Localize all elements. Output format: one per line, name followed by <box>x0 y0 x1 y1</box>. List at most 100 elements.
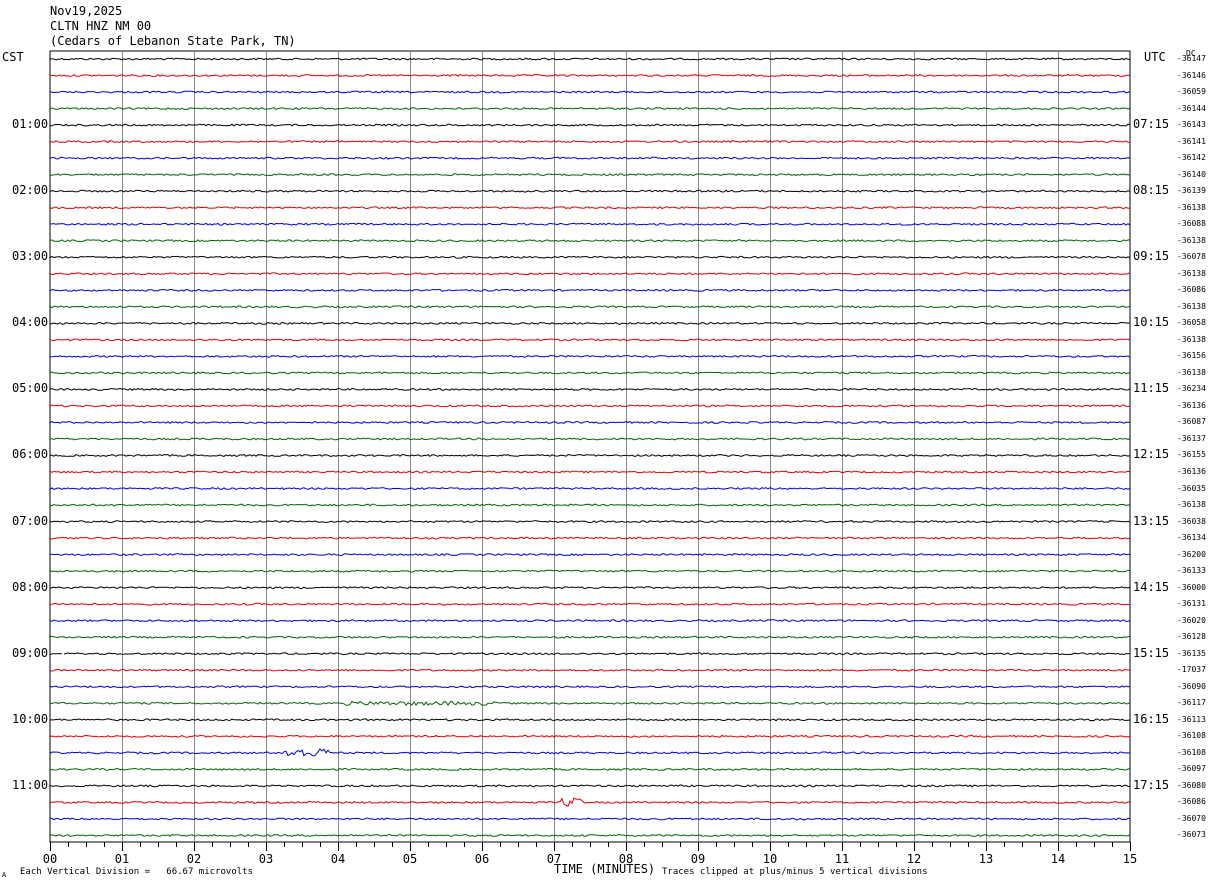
dc-offset-label: -36117 <box>1177 698 1206 708</box>
dc-offset-label: -36134 <box>1177 533 1206 543</box>
dc-offset-label: -36138 <box>1177 268 1206 278</box>
trace-line <box>49 305 1131 309</box>
left-time-label: 06:00 <box>12 447 49 462</box>
left-time-label: 05:00 <box>12 381 49 396</box>
dc-offset-label: -36138 <box>1177 500 1206 510</box>
right-time-label: 10:15 <box>1133 315 1170 330</box>
x-tick-label: 13 <box>979 852 993 866</box>
corner-mark: A <box>2 871 7 879</box>
trace-line <box>49 404 1131 408</box>
dc-offset-label: -36035 <box>1177 483 1206 493</box>
trace-line <box>49 107 1131 111</box>
dc-offset-label: -36234 <box>1177 384 1206 394</box>
trace-line <box>49 833 1131 837</box>
trace-line <box>49 536 1131 540</box>
dc-offset-label: -36133 <box>1177 566 1206 576</box>
dc-offset-label: -36108 <box>1177 731 1206 741</box>
dc-offset-label: -36200 <box>1177 549 1206 559</box>
trace-line <box>49 354 1131 358</box>
trace-line <box>49 635 1131 639</box>
trace-line <box>49 90 1131 94</box>
x-tick-label: 10 <box>763 852 777 866</box>
x-tick-label: 05 <box>403 852 417 866</box>
left-time-label: 03:00 <box>12 249 49 264</box>
dc-offset-label: -36097 <box>1177 764 1206 774</box>
x-tick-label: 03 <box>259 852 273 866</box>
trace-line <box>49 173 1131 177</box>
dc-offset-label: -36059 <box>1177 87 1206 97</box>
trace-line <box>49 586 1131 590</box>
dc-offset-label: -36143 <box>1177 120 1206 130</box>
trace-line <box>49 685 1131 689</box>
dc-offset-label: -36155 <box>1177 450 1206 460</box>
trace-line <box>49 619 1131 623</box>
seismogram-plot: 00 01 02 03 04 05 06 07 08 09 10 11 12 13 14 15 <box>43 50 1137 866</box>
trace-line <box>49 239 1131 243</box>
trace-line <box>49 189 1131 193</box>
left-time-label: 08:00 <box>12 579 49 594</box>
dc-offset-label: -36142 <box>1177 153 1206 163</box>
trace-line <box>49 486 1131 491</box>
trace-line <box>49 553 1131 557</box>
dc-offset-label: -36136 <box>1177 400 1206 410</box>
dc-offset-label: -36000 <box>1177 582 1206 592</box>
trace-line <box>49 503 1131 507</box>
x-tick-label: 12 <box>907 852 921 866</box>
right-time-label: 15:15 <box>1133 645 1170 660</box>
trace-line <box>49 123 1131 127</box>
dc-offset-label: -36108 <box>1177 747 1206 757</box>
right-time-label: 12:15 <box>1133 447 1170 462</box>
trace-line <box>50 767 1131 771</box>
x-tick-label: 09 <box>691 852 705 866</box>
left-time-label: 10:00 <box>12 711 49 726</box>
trace-line <box>49 140 1131 144</box>
x-tick-label: 06 <box>475 852 489 866</box>
trace-line <box>49 748 1131 757</box>
trace-line <box>49 817 1131 821</box>
trace-line <box>49 321 1131 325</box>
dc-offset-label: -36086 <box>1177 797 1206 807</box>
trace-line <box>49 797 1131 807</box>
left-time-label: 07:00 <box>12 513 49 528</box>
right-time-label: 13:15 <box>1133 513 1170 528</box>
dc-offset-label: -36141 <box>1177 136 1206 146</box>
right-time-label: 16:15 <box>1133 711 1170 726</box>
right-time-label: 11:15 <box>1133 381 1170 396</box>
dc-offset-label: -36020 <box>1177 615 1206 625</box>
dc-offset-label: -36135 <box>1177 648 1206 658</box>
trace-line <box>49 288 1130 292</box>
trace-line <box>49 784 1131 788</box>
x-axis-title: TIME (MINUTES) <box>554 862 656 876</box>
trace-line <box>49 652 1131 656</box>
trace-line <box>49 602 1131 606</box>
dc-offset-label: -36146 <box>1177 70 1206 80</box>
trace-line <box>49 470 1131 474</box>
trace-line <box>49 668 1130 672</box>
trace-line <box>50 718 1131 722</box>
dc-offset-label: -36138 <box>1177 235 1206 245</box>
dc-offset-label: -36128 <box>1177 632 1206 642</box>
trace-line <box>49 206 1131 210</box>
dc-offset-label: -36131 <box>1177 599 1206 609</box>
dc-offset-label: -36140 <box>1177 169 1206 179</box>
x-tick-label: 14 <box>1051 852 1065 866</box>
dc-offset-label: -36078 <box>1177 252 1206 262</box>
right-time-label: 08:15 <box>1133 183 1170 198</box>
dc-offset-label: -36138 <box>1177 301 1206 311</box>
dc-offset-label: -36073 <box>1177 830 1206 840</box>
dc-offset-label: -36147 <box>1177 54 1206 63</box>
left-time-label: 01:00 <box>12 117 49 132</box>
x-tick-label: 04 <box>331 852 345 866</box>
dc-offset-label: -36070 <box>1177 813 1206 823</box>
right-time-label: 07:15 <box>1133 117 1170 132</box>
x-tick-label: 01 <box>115 852 129 866</box>
left-time-label: 09:00 <box>12 645 49 660</box>
dc-offset-label: -36138 <box>1177 367 1206 377</box>
trace-line <box>49 156 1131 160</box>
trace-line <box>49 222 1131 226</box>
trace-line <box>49 73 1131 78</box>
left-time-label: 02:00 <box>12 183 49 198</box>
trace-line <box>49 255 1131 259</box>
x-tick-label: 15 <box>1123 852 1137 866</box>
trace-line <box>49 520 1131 524</box>
